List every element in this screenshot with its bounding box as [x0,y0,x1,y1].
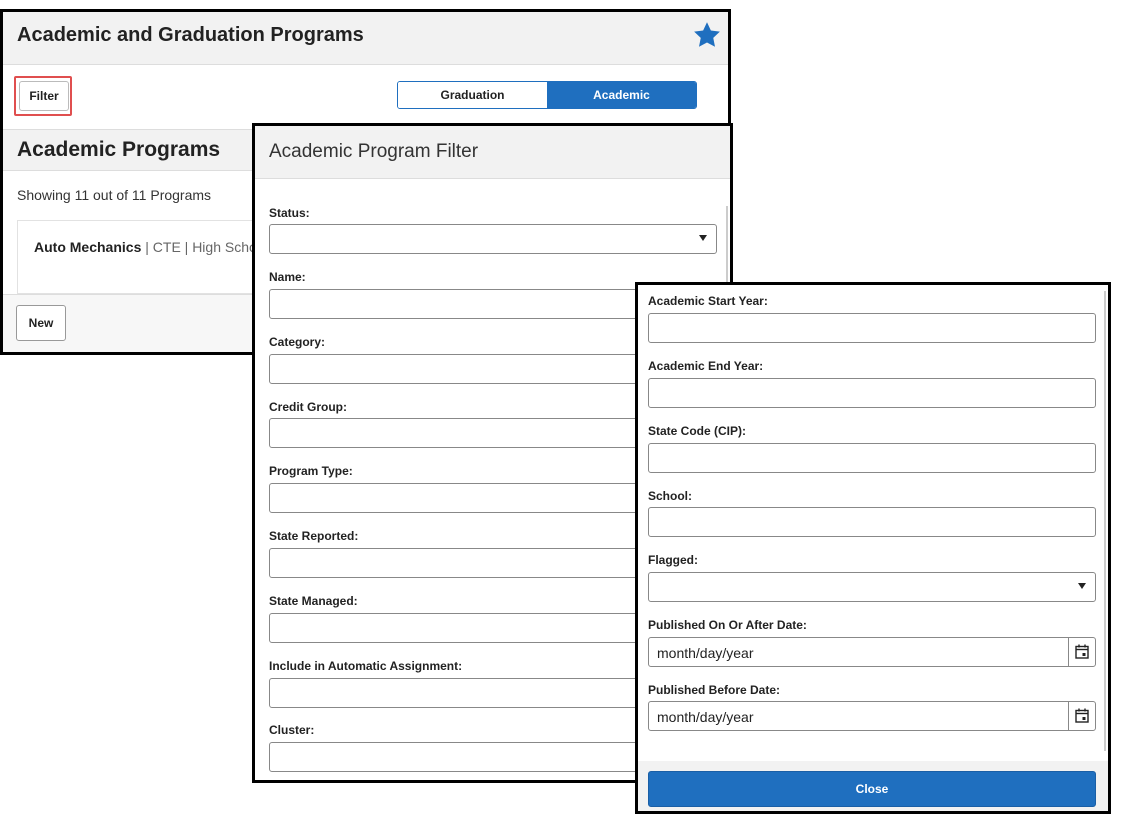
tab-graduation[interactable]: Graduation [398,82,547,108]
published-after-date-input[interactable]: month/day/year [648,637,1096,667]
toolbar: Filter Graduation Academic [3,65,728,130]
cluster-label: Cluster: [269,723,315,737]
divider [1068,638,1069,666]
page-header: Academic and Graduation Programs [3,12,728,65]
state-reported-label: State Reported: [269,529,359,543]
flagged-select[interactable] [648,572,1096,602]
date-placeholder: month/day/year [657,709,754,725]
divider [1068,702,1069,730]
published-after-label: Published On Or After Date: [648,618,807,632]
filter-button[interactable]: Filter [19,81,69,111]
star-icon[interactable] [692,20,722,50]
school-input[interactable] [648,507,1096,537]
caret-down-icon [699,235,707,241]
scrollbar[interactable] [1104,291,1106,751]
start-year-label: Academic Start Year: [648,294,768,308]
caret-down-icon [1078,583,1086,589]
section-title: Academic Programs [17,138,221,161]
filter-title: Academic Program Filter [269,141,479,162]
date-placeholder: month/day/year [657,645,754,661]
published-before-date-input[interactable]: month/day/year [648,701,1096,731]
end-year-label: Academic End Year: [648,359,764,373]
close-button[interactable]: Close [648,771,1096,807]
state-managed-label: State Managed: [269,594,358,608]
calendar-icon[interactable] [1075,708,1089,723]
filter-header: Academic Program Filter [255,126,730,179]
category-label: Category: [269,335,326,349]
program-meta: | CTE | High Schoo [141,239,265,255]
status-select[interactable] [269,224,717,254]
calendar-icon[interactable] [1075,644,1089,659]
flagged-label: Flagged: [648,553,698,567]
published-before-label: Published Before Date: [648,683,781,697]
state-code-input[interactable] [648,443,1096,473]
program-name: Auto Mechanics [34,239,142,255]
list-item-label: Auto Mechanics | CTE | High Schoo [34,239,265,255]
tab-academic[interactable]: Academic [547,82,696,108]
page-title: Academic and Graduation Programs [17,24,364,46]
filter-panel-continued: Academic Start Year: Academic End Year: … [635,282,1111,814]
auto-assignment-label: Include in Automatic Assignment: [269,659,463,673]
program-type-toggle: Graduation Academic [397,81,697,109]
new-button[interactable]: New [16,305,66,341]
start-year-input[interactable] [648,313,1096,343]
name-label: Name: [269,270,306,284]
school-label: School: [648,489,692,503]
end-year-input[interactable] [648,378,1096,408]
state-code-label: State Code (CIP): [648,424,747,438]
credit-group-label: Credit Group: [269,400,347,414]
status-label: Status: [269,206,310,220]
results-count: Showing 11 out of 11 Programs [17,187,212,203]
program-type-label: Program Type: [269,464,353,478]
